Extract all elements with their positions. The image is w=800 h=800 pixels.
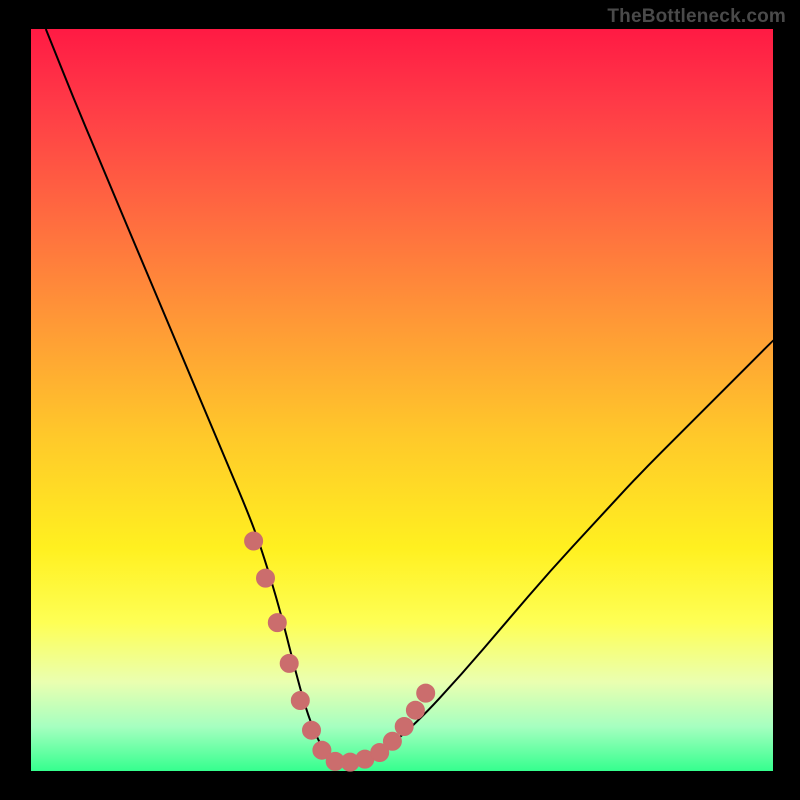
- watermark-label: TheBottleneck.com: [607, 6, 786, 28]
- plot-area: [31, 29, 773, 771]
- chart-frame: TheBottleneck.com: [0, 0, 800, 800]
